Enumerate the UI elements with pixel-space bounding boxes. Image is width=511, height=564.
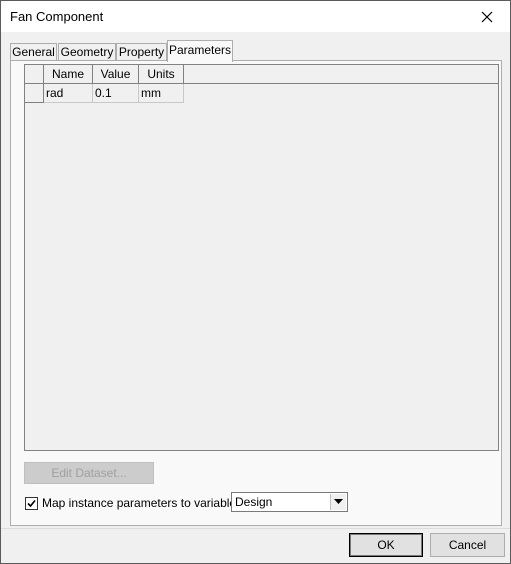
- edit-dataset-button[interactable]: Edit Dataset...: [24, 462, 154, 484]
- cell-units[interactable]: mm: [139, 84, 184, 103]
- variables-dropdown-value: Design: [235, 495, 273, 509]
- cancel-button[interactable]: Cancel: [430, 533, 505, 557]
- fan-component-dialog: Fan Component General Geometry Property …: [0, 0, 511, 564]
- title-bar: Fan Component: [1, 1, 510, 32]
- column-header-name[interactable]: Name: [44, 65, 93, 84]
- parameters-panel: Name Value Units rad 0.1 mm Edit Dataset…: [10, 60, 502, 526]
- window-title: Fan Component: [10, 9, 104, 24]
- tab-geometry[interactable]: Geometry: [58, 43, 116, 60]
- parameters-grid[interactable]: Name Value Units rad 0.1 mm: [24, 64, 499, 451]
- column-header-value[interactable]: Value: [93, 65, 139, 84]
- close-button[interactable]: [464, 1, 510, 32]
- tab-general[interactable]: General: [10, 43, 57, 60]
- cell-value[interactable]: 0.1: [93, 84, 139, 103]
- map-parameters-label: Map instance parameters to variables:: [42, 496, 246, 510]
- ok-button[interactable]: OK: [349, 533, 423, 557]
- row-header-cell[interactable]: [25, 84, 44, 103]
- chevron-down-icon: [334, 499, 343, 504]
- checkmark-icon: [27, 499, 36, 508]
- close-icon: [481, 11, 493, 22]
- tab-property[interactable]: Property: [116, 43, 167, 60]
- map-parameters-checkbox[interactable]: [25, 497, 38, 510]
- header-divider: [184, 83, 498, 84]
- column-header-units[interactable]: Units: [139, 65, 184, 84]
- footer-divider: [1, 528, 510, 529]
- grid-corner-cell[interactable]: [25, 65, 44, 84]
- variables-dropdown[interactable]: Design: [231, 492, 348, 512]
- tab-parameters[interactable]: Parameters: [167, 40, 233, 62]
- dropdown-arrow-button[interactable]: [330, 494, 346, 510]
- cell-name[interactable]: rad: [44, 84, 93, 103]
